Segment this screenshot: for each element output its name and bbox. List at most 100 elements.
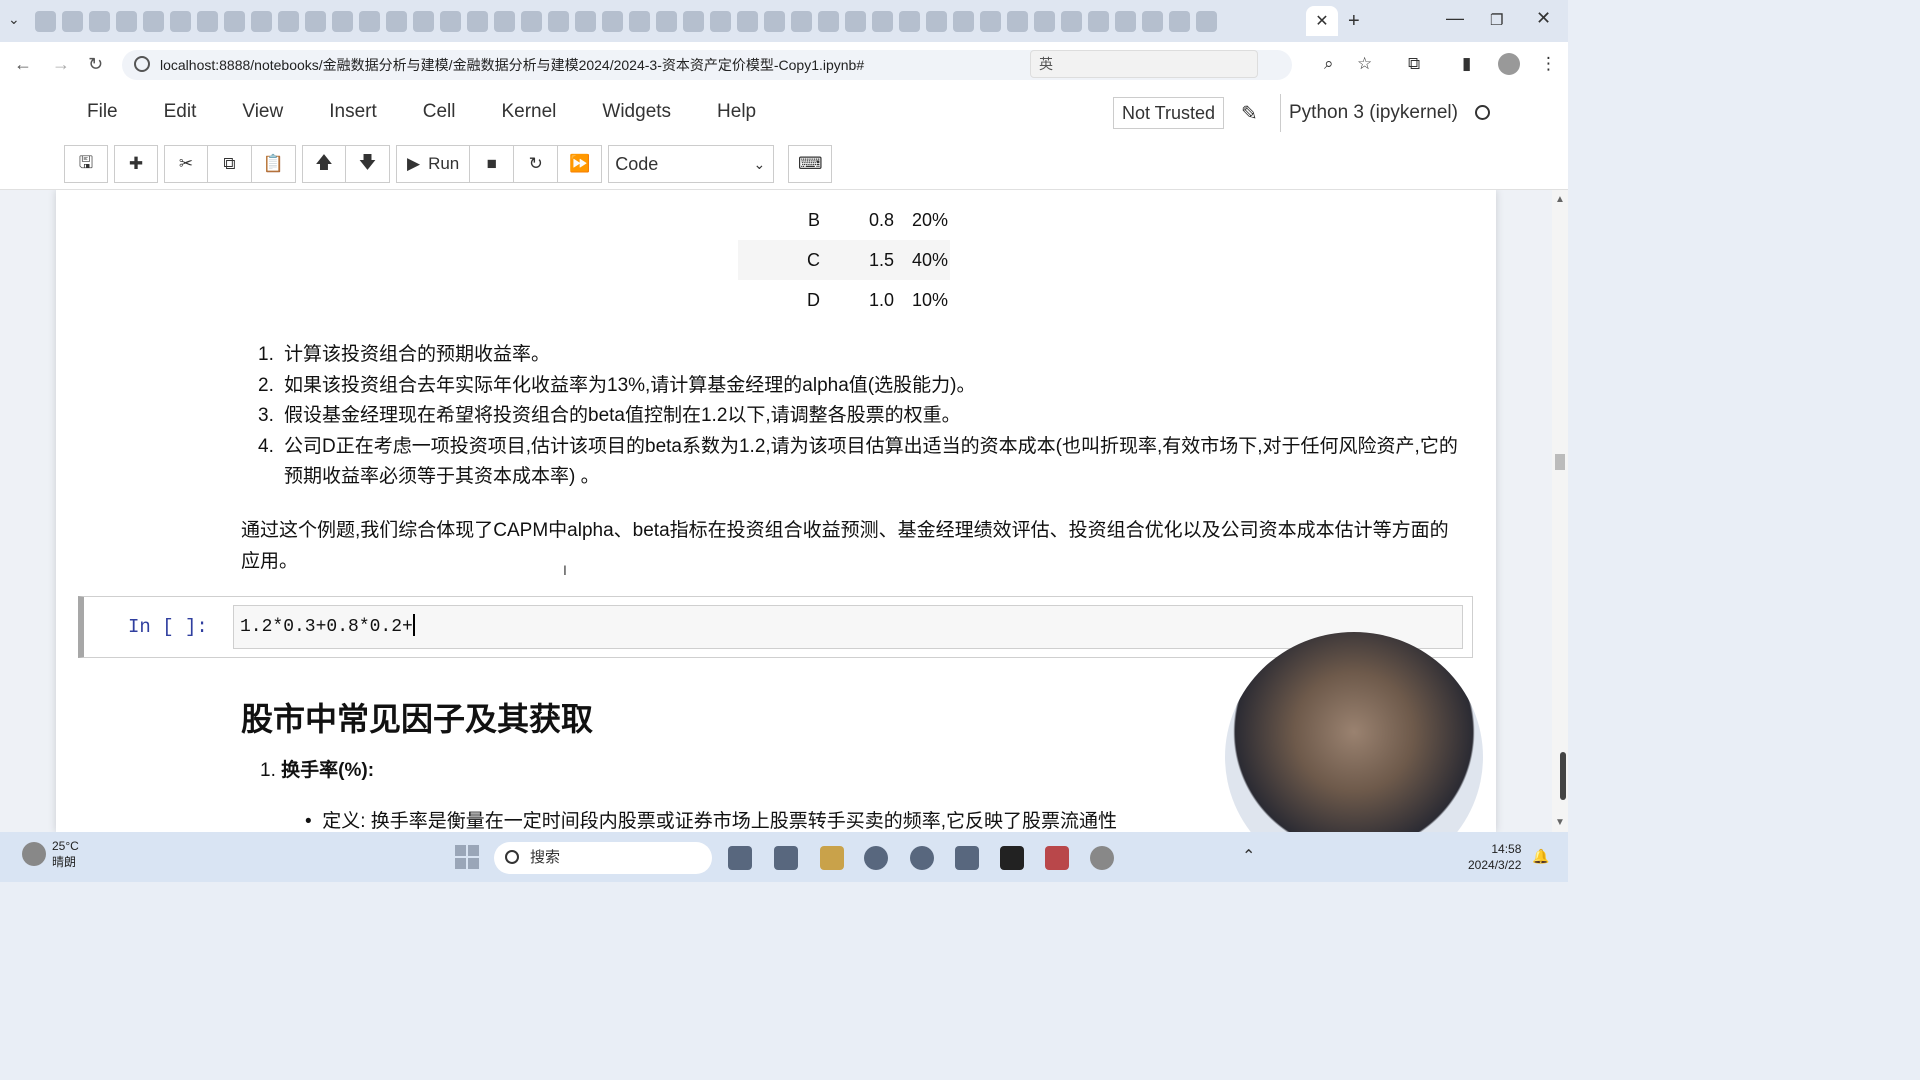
github-tab-icon[interactable] [521, 10, 542, 32]
restart-run-all-button[interactable]: ⏩ [558, 145, 603, 183]
system-clock[interactable]: 14:58 2024/3/22 [1468, 841, 1521, 873]
tab-icon[interactable] [1115, 10, 1136, 32]
terminal-icon[interactable] [1000, 846, 1024, 870]
tab-icon[interactable] [791, 10, 812, 32]
tab-icon[interactable] [953, 10, 974, 32]
tab-icon[interactable] [872, 10, 893, 32]
tab-icon[interactable] [467, 10, 488, 32]
tab-icon[interactable] [116, 10, 137, 32]
tab-menu-icon[interactable]: ⌄ [8, 11, 29, 32]
site-info-icon[interactable] [134, 56, 150, 72]
tab-icon[interactable] [1196, 10, 1217, 32]
bookmark-star-icon[interactable]: ☆ [1357, 54, 1372, 74]
menu-edit[interactable]: Edit [141, 94, 220, 132]
tray-expand-icon[interactable]: ⌃ [1242, 846, 1255, 866]
cell-type-select[interactable]: Code ⌄ [608, 145, 775, 183]
tab-icon[interactable] [1061, 10, 1082, 32]
menu-cell[interactable]: Cell [400, 94, 479, 132]
taskbar-app-icon[interactable] [774, 846, 798, 870]
menu-kernel[interactable]: Kernel [478, 94, 579, 132]
menu-file[interactable]: File [64, 94, 141, 132]
tab-icon[interactable] [143, 10, 164, 32]
weather-widget[interactable]: 25°C 晴朗 [52, 838, 79, 870]
tab-icon[interactable] [575, 10, 596, 32]
tab-icon[interactable] [1034, 10, 1055, 32]
tab-icon[interactable] [62, 10, 83, 32]
start-icon[interactable] [455, 845, 479, 869]
tab-icon[interactable] [386, 10, 407, 32]
run-button[interactable]: ▶ Run [396, 145, 471, 183]
tab-icon[interactable] [764, 10, 785, 32]
menu-widgets[interactable]: Widgets [579, 94, 694, 132]
tab-icon[interactable] [656, 10, 677, 32]
close-tab-icon[interactable]: ✕ [1315, 11, 1328, 31]
taskbar-app-icon[interactable] [1090, 846, 1114, 870]
tab-icon[interactable] [278, 10, 299, 32]
restart-button[interactable]: ↻ [514, 145, 559, 183]
restore-icon[interactable]: ❐ [1490, 11, 1503, 29]
profile-avatar[interactable] [1498, 53, 1520, 75]
tab-icon[interactable] [548, 10, 569, 32]
menu-insert[interactable]: Insert [306, 94, 400, 132]
save-button[interactable]: 🖫 [64, 145, 108, 183]
taskbar-app-icon[interactable] [1045, 846, 1069, 870]
back-icon[interactable]: ← [14, 54, 32, 75]
cut-button[interactable]: ✂ [164, 145, 208, 183]
menu-view[interactable]: View [219, 94, 306, 132]
tab-icon[interactable] [89, 10, 110, 32]
zoom-icon[interactable]: ⌕ [1324, 54, 1334, 74]
move-down-button[interactable]: 🡇 [346, 145, 390, 183]
tab-icon[interactable] [845, 10, 866, 32]
tab-icon[interactable] [440, 10, 461, 32]
tab-icon[interactable] [926, 10, 947, 32]
scrollbar-thumb[interactable] [1555, 454, 1565, 470]
tab-icon[interactable] [899, 10, 920, 32]
new-tab-button[interactable]: + [1348, 10, 1360, 33]
tab-icon[interactable] [818, 10, 839, 32]
file-explorer-icon[interactable] [820, 846, 844, 870]
move-up-button[interactable]: 🡅 [302, 145, 346, 183]
browser-taskbar-icon[interactable] [864, 846, 888, 870]
tab-icon[interactable] [332, 10, 353, 32]
scroll-up-icon[interactable]: ▲ [1555, 194, 1565, 205]
command-palette-button[interactable]: ⌨ [788, 145, 833, 183]
taskbar-app-icon[interactable] [728, 846, 752, 870]
tab-icon[interactable] [494, 10, 515, 32]
copy-button[interactable]: ⧉ [208, 145, 252, 183]
tab-icon[interactable] [359, 10, 380, 32]
close-window-icon[interactable]: ✕ [1536, 8, 1551, 29]
tab-icon[interactable] [980, 10, 1001, 32]
ime-language-label[interactable]: 英 [1039, 56, 1053, 72]
trust-button[interactable]: Not Trusted [1113, 97, 1225, 129]
scroll-down-icon[interactable]: ▼ [1555, 817, 1565, 828]
tab-icon[interactable] [224, 10, 245, 32]
paste-button[interactable]: 📋 [252, 145, 296, 183]
tab-icon[interactable] [1088, 10, 1109, 32]
scrollbar-thumb[interactable] [1560, 752, 1566, 800]
page-scrollbar[interactable]: ▲ ▼ [1552, 190, 1568, 832]
edit-pencil-icon[interactable]: ✎ [1241, 101, 1258, 126]
forward-icon[interactable]: → [52, 54, 70, 75]
sidebar-icon[interactable]: ▮ [1462, 54, 1471, 74]
browser-menu-icon[interactable]: ⋮ [1540, 54, 1557, 74]
tab-icon[interactable] [305, 10, 326, 32]
tab-icon[interactable] [683, 10, 704, 32]
tab-icon[interactable] [197, 10, 218, 32]
tab-icon[interactable] [710, 10, 731, 32]
tab-icon[interactable] [35, 10, 56, 32]
insert-cell-button[interactable]: ✚ [114, 145, 158, 183]
tab-icon[interactable] [602, 10, 623, 32]
taskbar-search[interactable]: 搜索 [494, 842, 712, 874]
tab-icon[interactable] [1169, 10, 1190, 32]
tab-icon[interactable] [170, 10, 191, 32]
taskbar-app-icon[interactable] [910, 846, 934, 870]
active-tab[interactable]: ✕ [1306, 6, 1338, 36]
taskbar-app-icon[interactable] [955, 846, 979, 870]
interrupt-button[interactable]: ■ [470, 145, 515, 183]
tab-icon[interactable] [413, 10, 434, 32]
github-tab-icon[interactable] [251, 10, 272, 32]
extensions-icon[interactable]: ⧉ [1408, 54, 1420, 74]
tab-icon[interactable] [737, 10, 758, 32]
tab-icon[interactable] [629, 10, 650, 32]
notification-icon[interactable]: 🔔 [1532, 848, 1549, 865]
